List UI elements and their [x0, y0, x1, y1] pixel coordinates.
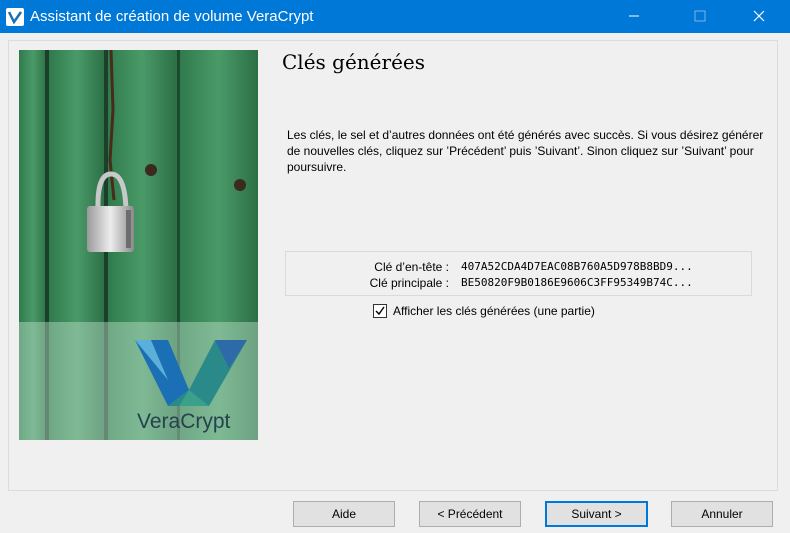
- wizard-side-image: VeraCrypt: [19, 50, 258, 440]
- keys-panel: Clé d’en-tête : 407A52CDA4D7EAC08B760A5D…: [285, 251, 752, 296]
- show-keys-checkbox[interactable]: [373, 304, 387, 318]
- next-button[interactable]: Suivant >: [545, 501, 648, 527]
- close-icon: [753, 10, 765, 22]
- help-button[interactable]: Aide: [293, 501, 395, 527]
- cancel-button[interactable]: Annuler: [671, 501, 773, 527]
- close-button[interactable]: [737, 0, 783, 33]
- info-text: Les clés, le sel et d’autres données ont…: [287, 128, 764, 174]
- master-key-value: BE50820F9B0186E9606C3FF95349B74C...: [461, 276, 693, 289]
- show-keys-label[interactable]: Afficher les clés générées (une partie): [393, 304, 595, 318]
- maximize-button[interactable]: [678, 0, 724, 33]
- master-key-label: Clé principale :: [369, 276, 449, 290]
- minimize-icon: [629, 15, 639, 17]
- padlock-door-illustration: VeraCrypt: [19, 50, 258, 440]
- window-title: Assistant de création de volume VeraCryp…: [30, 8, 314, 25]
- header-key-label: Clé d’en-tête :: [374, 260, 449, 274]
- title-bar: Assistant de création de volume VeraCryp…: [0, 0, 790, 33]
- page-title: Clés générées: [282, 50, 426, 74]
- checkmark-icon: [375, 306, 385, 316]
- veracrypt-logo-text: VeraCrypt: [137, 410, 231, 433]
- previous-button[interactable]: < Précédent: [419, 501, 521, 527]
- maximize-icon: [694, 10, 706, 22]
- minimize-button[interactable]: [612, 0, 658, 33]
- header-key-value: 407A52CDA4D7EAC08B760A5D978B8BD9...: [461, 260, 693, 273]
- veracrypt-app-icon: [6, 8, 24, 26]
